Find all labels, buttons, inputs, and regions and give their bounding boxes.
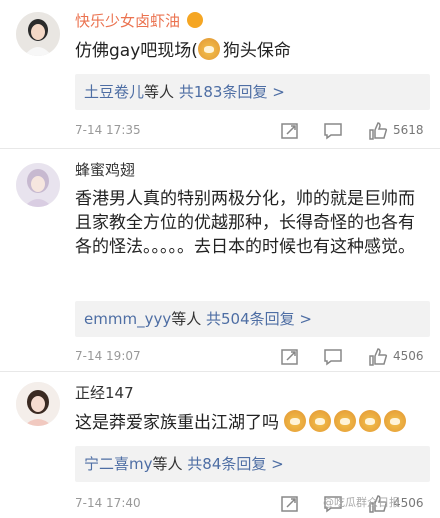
comment-item: 快乐少女卤虾油 仿佛gay吧现场(狗头保命 土豆卷儿等人 共183条回复 > 7…	[0, 0, 440, 140]
dog-head-emoji-icon	[334, 410, 357, 432]
reply-user-link[interactable]: 宁二喜my	[84, 455, 153, 473]
share-icon[interactable]	[280, 347, 300, 367]
comment-text: 香港男人真的特别两极分化，帅的就是巨帅而且家教全方位的优越那种，长得奇怪的也各有…	[75, 189, 415, 257]
reply-summary[interactable]: 土豆卷儿等人 共183条回复 >	[75, 74, 430, 110]
timestamp: 7-14 19:07	[75, 349, 141, 363]
vip-badge-icon	[186, 12, 203, 28]
dog-head-emoji-icon	[309, 410, 332, 432]
avatar[interactable]	[16, 382, 60, 426]
like-icon[interactable]	[368, 121, 388, 141]
comment-text: 仿佛gay吧现场(狗头保命	[75, 38, 430, 63]
chevron-right-icon[interactable]: >	[272, 83, 285, 101]
reply-summary[interactable]: 宁二喜my等人 共84条回复 >	[75, 446, 430, 482]
reply-mid-text: 等人	[171, 310, 202, 328]
comment-footer: 7-14 19:07 4506	[75, 345, 430, 371]
dog-head-emoji-icon	[284, 410, 307, 432]
comment-item: 蜂蜜鸡翅 香港男人真的特别两极分化，帅的就是巨帅而且家教全方位的优越那种，长得奇…	[0, 149, 440, 366]
dog-head-emoji-icon	[197, 38, 220, 60]
watermark: @吃瓜群众日报	[323, 496, 400, 509]
username[interactable]: 正经147	[75, 382, 134, 403]
comment-icon[interactable]	[323, 347, 343, 367]
avatar[interactable]	[16, 163, 60, 207]
username[interactable]: 快乐少女卤虾油	[75, 10, 203, 31]
reply-summary[interactable]: emmm_yyy等人 共504条回复 >	[75, 301, 430, 337]
reply-count-link[interactable]: 共183条回复	[179, 83, 268, 101]
chevron-right-icon[interactable]: >	[299, 310, 312, 328]
dog-head-emoji-icon	[359, 410, 382, 432]
reply-mid-text: 等人	[152, 455, 183, 473]
like-count: 5618	[393, 123, 424, 137]
like-count: 4506	[393, 349, 424, 363]
avatar[interactable]	[16, 12, 60, 56]
reply-user-link[interactable]: emmm_yyy	[84, 310, 171, 328]
share-icon[interactable]	[280, 494, 300, 514]
reply-count-link[interactable]: 共84条回复	[187, 455, 266, 473]
share-icon[interactable]	[280, 121, 300, 141]
timestamp: 7-14 17:40	[75, 496, 141, 510]
like-icon[interactable]	[368, 347, 388, 367]
chevron-right-icon[interactable]: >	[271, 455, 284, 473]
reply-count-link[interactable]: 共504条回复	[206, 310, 295, 328]
reply-mid-text: 等人	[144, 83, 175, 101]
timestamp: 7-14 17:35	[75, 123, 141, 137]
comment-text: 这是莽爱家族重出江湖了吗	[75, 410, 430, 435]
reply-user-link[interactable]: 土豆卷儿	[84, 83, 144, 101]
username[interactable]: 蜂蜜鸡翅	[75, 159, 135, 180]
comment-icon[interactable]	[323, 121, 343, 141]
comment-footer: 7-14 17:35 5618	[75, 119, 430, 145]
dog-head-emoji-icon	[384, 410, 407, 432]
